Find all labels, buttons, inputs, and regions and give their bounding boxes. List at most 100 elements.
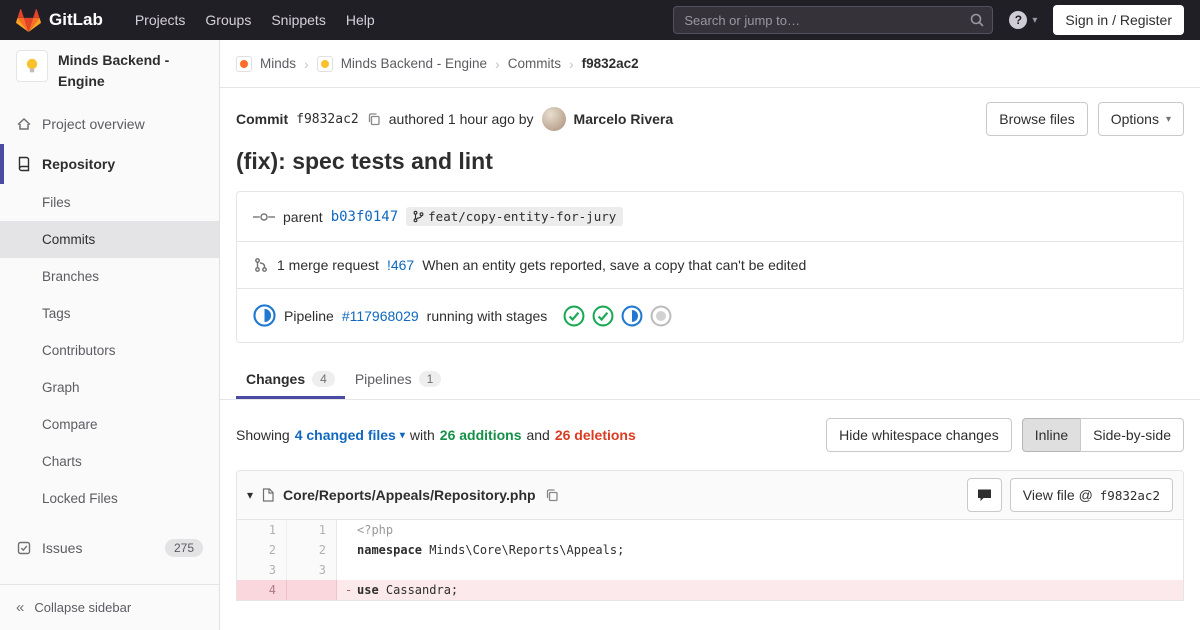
old-line-number[interactable]: 4 [237,580,287,600]
sidebar-item-charts[interactable]: Charts [0,443,219,480]
old-line-number[interactable]: 3 [237,560,287,580]
diff-line: 2 2 namespace Minds\Core\Reports\Appeals… [237,540,1183,560]
changed-files-label: 4 changed files [294,427,396,443]
comment-icon [977,489,991,501]
options-label: Options [1110,111,1159,127]
sidebar-item-locked-files[interactable]: Locked Files [0,480,219,517]
changed-files-dropdown[interactable]: 4 changed files ▾ [295,427,405,443]
commit-actions: Browse files Options ▾ [986,102,1184,136]
copy-sha-button[interactable] [367,112,381,126]
inline-view-button[interactable]: Inline [1021,418,1082,452]
issues-count-badge: 275 [164,539,203,557]
project-context[interactable]: Minds Backend - Engine [0,40,219,102]
sidebar-item-issues[interactable]: Issues 275 [0,527,219,569]
signin-button[interactable]: Sign in / Register [1053,5,1184,35]
search-input[interactable] [673,6,994,34]
sidebar-item-branches[interactable]: Branches [0,258,219,295]
code-content: namespace Minds\Core\Reports\Appeals; [337,540,1183,560]
nav-help[interactable]: Help [336,3,385,37]
breadcrumb-commits[interactable]: Commits [508,56,561,71]
author-name[interactable]: Marcelo Rivera [574,111,674,127]
sidebar-item-compare[interactable]: Compare [0,406,219,443]
diff-file-card: ▾ Core/Reports/Appeals/Repository.php Vi… [236,470,1184,601]
parent-sha-link[interactable]: b03f0147 [331,209,398,225]
comment-on-file-button[interactable] [966,478,1002,512]
new-line-number[interactable]: 1 [287,520,337,540]
chevron-right-icon: › [304,55,309,72]
sidebar-item-label: Issues [42,540,83,556]
tab-pipelines-label: Pipelines [354,371,412,387]
collapse-sidebar-button[interactable]: « Collapse sidebar [0,584,219,630]
tab-pipelines-count: 1 [418,371,442,387]
stage-running-icon[interactable] [621,305,643,327]
stage-created-icon[interactable] [650,305,672,327]
sidebar-item-project-overview[interactable]: Project overview [0,104,219,144]
sidebar-item-commits[interactable]: Commits [0,221,219,258]
sidebar-item-tags[interactable]: Tags [0,295,219,332]
branch-ref-chip[interactable]: feat/copy-entity-for-jury [406,207,624,226]
tab-pipelines[interactable]: Pipelines 1 [345,359,452,399]
sidebar-item-graph[interactable]: Graph [0,369,219,406]
breadcrumb-project[interactable]: Minds Backend - Engine [341,56,487,71]
search-box [673,6,994,34]
commit-meta: Commit f9832ac2 authored 1 hour ago by M… [236,107,673,131]
showing-label: Showing [236,427,290,443]
stage-success-icon[interactable] [563,305,585,327]
mr-ref-link[interactable]: !467 [387,257,414,273]
chevron-right-icon: › [568,55,574,72]
diffstat-bar: Showing 4 changed files ▾ with 26 additi… [220,400,1200,470]
nav-snippets[interactable]: Snippets [261,3,335,37]
pipeline-stages [563,305,672,327]
group-avatar [236,55,252,72]
commit-label: Commit [236,111,289,127]
breadcrumb-group[interactable]: Minds [260,56,296,71]
copy-path-button[interactable] [545,488,559,502]
pipeline-label: Pipeline [284,307,334,324]
old-line-number[interactable]: 2 [237,540,287,560]
sidebar-item-repository[interactable]: Repository [0,144,219,184]
diff-line: 1 1 <?php [237,520,1183,540]
pipeline-running-icon [253,304,276,327]
home-icon [17,117,31,130]
search-icon [969,12,985,31]
author-avatar[interactable] [541,107,566,131]
new-line-number[interactable] [287,580,337,600]
stage-success-icon[interactable] [592,305,614,327]
tab-changes[interactable]: Changes 4 [236,359,345,399]
browse-files-button[interactable]: Browse files [986,102,1088,136]
pipeline-id-link[interactable]: #117968029 [342,308,419,324]
commit-tabs: Changes 4 Pipelines 1 [220,359,1200,400]
diff-file-actions: View file @ f9832ac2 [966,478,1173,512]
double-chevron-left-icon: « [16,599,25,616]
tab-changes-label: Changes [246,371,306,387]
sidebar-item-contributors[interactable]: Contributors [0,332,219,369]
collapse-file-caret[interactable]: ▾ [247,488,253,502]
new-line-number[interactable]: 2 [287,540,337,560]
commit-title: (fix): spec tests and lint [236,148,493,174]
code-keyword: use [357,583,379,597]
new-line-number[interactable]: 3 [287,560,337,580]
hide-whitespace-button[interactable]: Hide whitespace changes [826,418,1012,452]
options-button[interactable]: Options ▾ [1097,102,1184,136]
old-line-number[interactable]: 1 [237,520,287,540]
nav-groups[interactable]: Groups [195,3,261,37]
code-text: Cassandra; [378,583,459,597]
pipeline-status-text: running with stages [426,307,548,324]
gitlab-logo[interactable]: GitLab [16,8,103,32]
view-file-button[interactable]: View file @ f9832ac2 [1009,478,1173,512]
sidebar-item-files[interactable]: Files [0,184,219,221]
project-avatar [16,50,48,82]
navbar-right: ? ▾ Sign in / Register [673,5,1184,35]
help-dropdown[interactable]: ? ▾ [1009,11,1037,29]
chevron-down-icon: ▾ [1165,113,1171,125]
lightbulb-icon [26,58,38,73]
book-icon [18,156,30,172]
copy-icon [368,113,380,126]
view-file-label: View file @ [1022,487,1093,503]
diffstat-controls: Hide whitespace changes Inline Side-by-s… [826,418,1184,452]
nav-projects[interactable]: Projects [125,3,196,37]
sidebar-item-label: Project overview [42,116,145,132]
side-by-side-view-button[interactable]: Side-by-side [1080,418,1184,452]
file-path-link[interactable]: Core/Reports/Appeals/Repository.php [283,487,536,503]
navbar-left: GitLab Projects Groups Snippets Help [16,3,385,37]
